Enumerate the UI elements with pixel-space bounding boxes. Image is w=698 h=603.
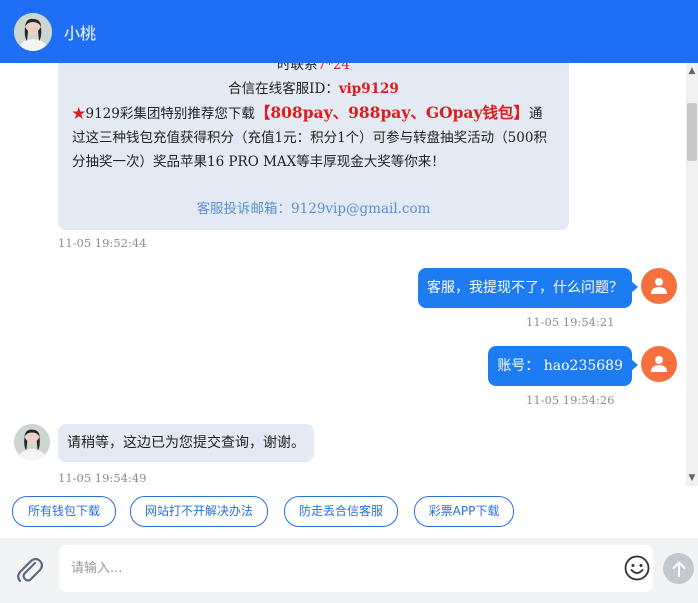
agent-message-bubble: 请稍等，这边已为您提交查询，谢谢。 bbox=[58, 424, 314, 462]
composer bbox=[0, 538, 698, 603]
agent-avatar[interactable] bbox=[14, 424, 50, 460]
scrollbar-thumb[interactable] bbox=[687, 103, 697, 161]
scroll-down-icon[interactable]: ▼ bbox=[688, 474, 696, 483]
message-timestamp: 11-05 19:52:44 bbox=[58, 236, 147, 250]
smile-icon[interactable] bbox=[624, 555, 650, 581]
announcement-bubble: 时联系7*24 合信在线客服ID：vip9129 ★9129彩集团特别推荐您下载… bbox=[58, 63, 569, 230]
message-timestamp: 11-05 19:54:49 bbox=[58, 471, 147, 485]
message-timestamp: 11-05 19:54:26 bbox=[526, 393, 615, 407]
notice-complaint-email[interactable]: 客服投诉邮箱：9129vip@gmail.com bbox=[58, 197, 569, 221]
user-avatar bbox=[641, 346, 677, 382]
quick-action-contact-service[interactable]: 防走丢合信客服 bbox=[284, 496, 398, 527]
chat-title: 小桃 bbox=[64, 23, 97, 43]
user-message-bubble: 账号： hao235689 bbox=[488, 346, 638, 386]
scroll-up-icon[interactable]: ▲ bbox=[688, 67, 696, 76]
paperclip-icon[interactable] bbox=[15, 554, 43, 584]
notice-line-hours: 时联系7*24 bbox=[276, 63, 351, 73]
chat-scrollbar[interactable]: ▲ ▼ bbox=[686, 63, 698, 486]
quick-action-wallet-download[interactable]: 所有钱包下载 bbox=[12, 496, 116, 527]
user-icon bbox=[651, 278, 667, 294]
quick-action-app-download[interactable]: 彩票APP下载 bbox=[414, 496, 514, 527]
message-input[interactable] bbox=[59, 545, 653, 592]
notice-line-service-id: 合信在线客服ID：vip9129 bbox=[228, 81, 399, 97]
user-icon bbox=[651, 356, 667, 372]
message-timestamp: 11-05 19:54:21 bbox=[526, 315, 615, 329]
user-message-bubble: 客服，我提现不了，什么问题？ bbox=[418, 268, 638, 308]
chat-header: 小桃 bbox=[0, 0, 698, 63]
user-avatar bbox=[641, 268, 677, 304]
agent-avatar[interactable] bbox=[14, 12, 52, 51]
quick-action-site-fix[interactable]: 网站打不开解决办法 bbox=[130, 496, 268, 527]
quick-action-bar: 所有钱包下载 网站打不开解决办法 防走丢合信客服 彩票APP下载 bbox=[0, 486, 698, 538]
arrow-up-icon bbox=[672, 561, 685, 577]
message-list[interactable]: 时联系7*24 合信在线客服ID：vip9129 ★9129彩集团特别推荐您下载… bbox=[0, 63, 686, 486]
send-button[interactable] bbox=[663, 553, 694, 584]
notice-line-promo: ★9129彩集团特别推荐您下载【808pay、988pay、GOpay钱包】通过… bbox=[72, 103, 547, 170]
